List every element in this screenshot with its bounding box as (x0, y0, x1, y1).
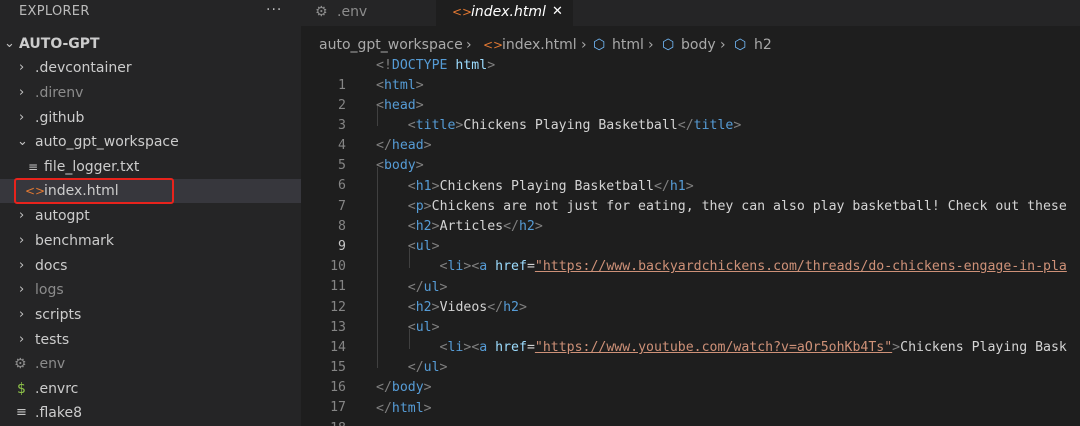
chevron-right-icon: › (19, 307, 25, 322)
tree-item-label: logs (35, 282, 64, 298)
symbol-icon: ⬡ (734, 37, 747, 53)
tree-item-label: autogpt (35, 208, 90, 224)
code-line: 4 <title>Chickens Playing Basketball</ti… (301, 116, 1080, 153)
explorer-title: EXPLORER (19, 4, 90, 19)
chevron-right-icon: › (19, 332, 25, 347)
chevron-right-icon: › (19, 258, 25, 273)
breadcrumb-item[interactable]: h2 (754, 34, 772, 56)
tree-item-tests[interactable]: › tests (0, 328, 301, 352)
tree-item-label: docs (35, 258, 68, 274)
code-line: 2 <html> (301, 76, 1080, 113)
tree-item-label: file_logger.txt (44, 159, 140, 175)
code-line: 18 </html> (301, 399, 1080, 426)
tree-item-benchmark[interactable]: › benchmark (0, 229, 301, 253)
line-number: 18 (301, 419, 346, 426)
tab-index-html[interactable]: <> index.html ✕ (436, 0, 573, 26)
tree-item-devcontainer[interactable]: › .devcontainer (0, 56, 301, 80)
code-line: 10 <ul> (301, 237, 1080, 274)
tree-item-flake8[interactable]: ≡ .flake8 (0, 401, 301, 425)
breadcrumb-item[interactable]: html (612, 34, 644, 56)
breadcrumb-item[interactable]: auto_gpt_workspace (319, 34, 463, 56)
code-line: 11 <li><a href="https://www.backyardchic… (301, 257, 1080, 294)
chevron-down-icon: ⌄ (4, 36, 15, 51)
tab-label: index.html (471, 4, 546, 20)
link-url: "https://www.youtube.com/watch?v=aOr5ohK… (534, 340, 893, 355)
code-editor[interactable]: 1 <!DOCTYPE html> 2 <html> 3 <head> 4 <t… (301, 56, 1080, 426)
tree-item-label: auto_gpt_workspace (35, 134, 179, 150)
more-actions-icon[interactable]: ··· (266, 2, 282, 18)
dollar-icon: $ (17, 381, 26, 397)
editor-tab-bar: ⚙ .env <> index.html ✕ (301, 0, 1080, 26)
tree-item-logs[interactable]: › logs (0, 278, 301, 302)
chevron-right-icon: › (720, 37, 726, 53)
html-file-icon: <> (452, 5, 473, 19)
tree-item-label: .direnv (35, 85, 84, 101)
chevron-right-icon: › (466, 37, 472, 53)
gear-icon: ⚙ (315, 4, 328, 20)
code-line: 12 </ul> (301, 278, 1080, 315)
tree-item-auto-gpt-workspace[interactable]: ⌄ auto_gpt_workspace (0, 130, 301, 154)
chevron-right-icon: › (648, 37, 654, 53)
code-line-current: 9 <h2>Articles</h2> (301, 217, 1080, 254)
code-line: 13 <h2>Videos</h2> (301, 298, 1080, 335)
explorer-sidebar: EXPLORER ··· ⌄ AUTO-GPT › .devcontainer … (0, 0, 301, 426)
chevron-down-icon: ⌄ (17, 134, 28, 149)
tree-item-label: benchmark (35, 233, 115, 249)
tree-item-label: tests (35, 332, 70, 348)
tree-item-label: .devcontainer (35, 60, 132, 76)
tab-label: .env (337, 4, 368, 20)
chevron-right-icon: › (19, 282, 25, 297)
explorer-header: EXPLORER ··· (0, 0, 301, 26)
tree-item-label: .env (35, 356, 66, 372)
code-line: 15 <li><a href="https://www.youtube.com/… (301, 338, 1080, 375)
chevron-right-icon: › (581, 37, 587, 53)
tree-item-label: .envrc (35, 381, 79, 397)
text-file-icon: ≡ (28, 160, 39, 174)
tree-item-docs[interactable]: › docs (0, 254, 301, 278)
code-line: 17 </body> (301, 378, 1080, 415)
tree-item-label: .github (35, 110, 85, 126)
code-line: 14 <ul> (301, 318, 1080, 355)
tree-root-label: AUTO-GPT (19, 36, 100, 52)
tab-env[interactable]: ⚙ .env (301, 0, 436, 26)
tree-item-label: scripts (35, 307, 82, 323)
tree-item-envrc[interactable]: $ .envrc (0, 377, 301, 401)
tree-root-auto-gpt[interactable]: ⌄ AUTO-GPT (0, 32, 301, 56)
breadcrumb-item[interactable]: body (681, 34, 716, 56)
tree-item-github[interactable]: › .github (0, 106, 301, 130)
breadcrumb-item[interactable]: index.html (502, 34, 577, 56)
tree-item-autogpt[interactable]: › autogpt (0, 204, 301, 228)
link-url: "https://www.backyardchickens.com/thread… (534, 259, 1067, 274)
html-file-icon: <> (483, 38, 504, 52)
config-file-icon: ≡ (16, 405, 27, 420)
breadcrumb: auto_gpt_workspace › <> index.html › ⬡ h… (301, 34, 1080, 56)
code-line: 5 </head> (301, 136, 1080, 173)
highlight-box (14, 178, 174, 204)
symbol-icon: ⬡ (662, 37, 675, 53)
chevron-right-icon: › (19, 110, 25, 125)
code-line: 6 <body> (301, 156, 1080, 193)
chevron-right-icon: › (19, 85, 25, 100)
close-icon[interactable]: ✕ (552, 0, 563, 24)
chevron-right-icon: › (19, 208, 25, 223)
tree-item-file-logger[interactable]: ≡ file_logger.txt (0, 155, 301, 179)
tree-item-label: .flake8 (35, 405, 82, 421)
code-line: 7 <h1>Chickens Playing Basketball</h1> (301, 177, 1080, 214)
code-line: 8 <p>Chickens are not just for eating, t… (301, 197, 1080, 234)
tree-item-scripts[interactable]: › scripts (0, 303, 301, 327)
chevron-right-icon: › (19, 233, 25, 248)
code-line: 16 </ul> (301, 358, 1080, 395)
tree-item-env[interactable]: ⚙ .env (0, 352, 301, 376)
symbol-icon: ⬡ (593, 37, 606, 53)
chevron-right-icon: › (19, 60, 25, 75)
code-line: 1 <!DOCTYPE html> (301, 56, 1080, 93)
code-line: 3 <head> (301, 96, 1080, 133)
gear-icon: ⚙ (14, 356, 27, 372)
tree-item-direnv[interactable]: › .direnv (0, 81, 301, 105)
